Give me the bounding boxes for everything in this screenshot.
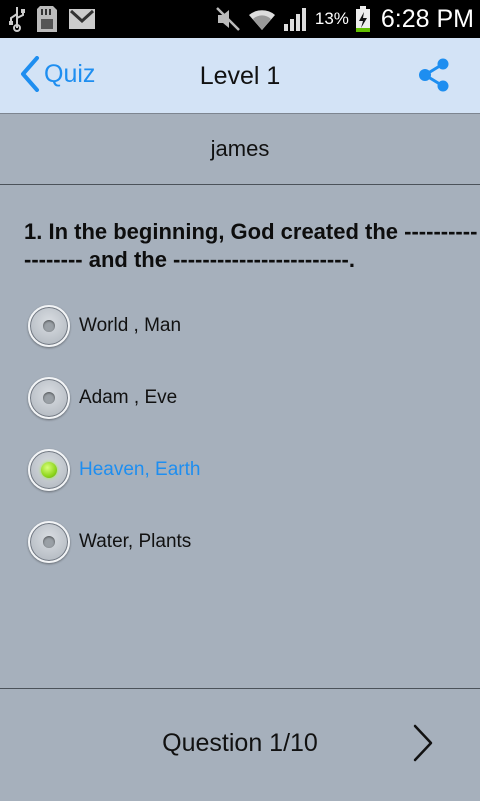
wifi-icon [248,10,275,30]
page-title: Level 1 [199,62,281,90]
nav-bar: Quiz Level 1 [0,38,480,114]
option-2[interactable]: Adam , Eve [28,374,177,422]
question-text: 1. In the beginning, God created the ---… [24,219,478,272]
clock: 6:28 PM [380,4,474,33]
mute-icon [215,7,240,31]
option-label: Heaven, Earth [79,459,201,480]
usb-icon [9,7,25,32]
system-icons: 13% 6:28 PM [215,0,474,38]
option-1[interactable]: World , Man [28,302,181,350]
share-button[interactable] [418,58,450,97]
battery-percent: 13% [314,9,349,28]
chevron-right-icon [413,724,433,762]
radio-button[interactable] [28,305,70,347]
option-label: Adam , Eve [79,387,178,408]
footer: Question 1/10 [0,688,480,801]
question-counter: Question 1/10 [162,729,318,757]
option-3[interactable]: Heaven, Earth [28,446,200,494]
option-label: World , Man [79,315,182,336]
radio-button[interactable] [28,521,70,563]
battery-charging-icon [355,6,370,32]
status-bar: 13% 6:28 PM [0,0,480,38]
option-label: Water, Plants [79,531,192,552]
signal-icon [283,8,306,31]
radio-button[interactable] [28,377,70,419]
option-4[interactable]: Water, Plants [28,518,191,566]
next-button[interactable] [412,723,434,768]
share-icon [419,58,449,92]
radio-button-checked[interactable] [28,449,70,491]
notification-icons [8,5,96,33]
gmail-icon [69,9,95,29]
user-name: james [0,114,480,185]
sd-card-icon [37,6,57,32]
